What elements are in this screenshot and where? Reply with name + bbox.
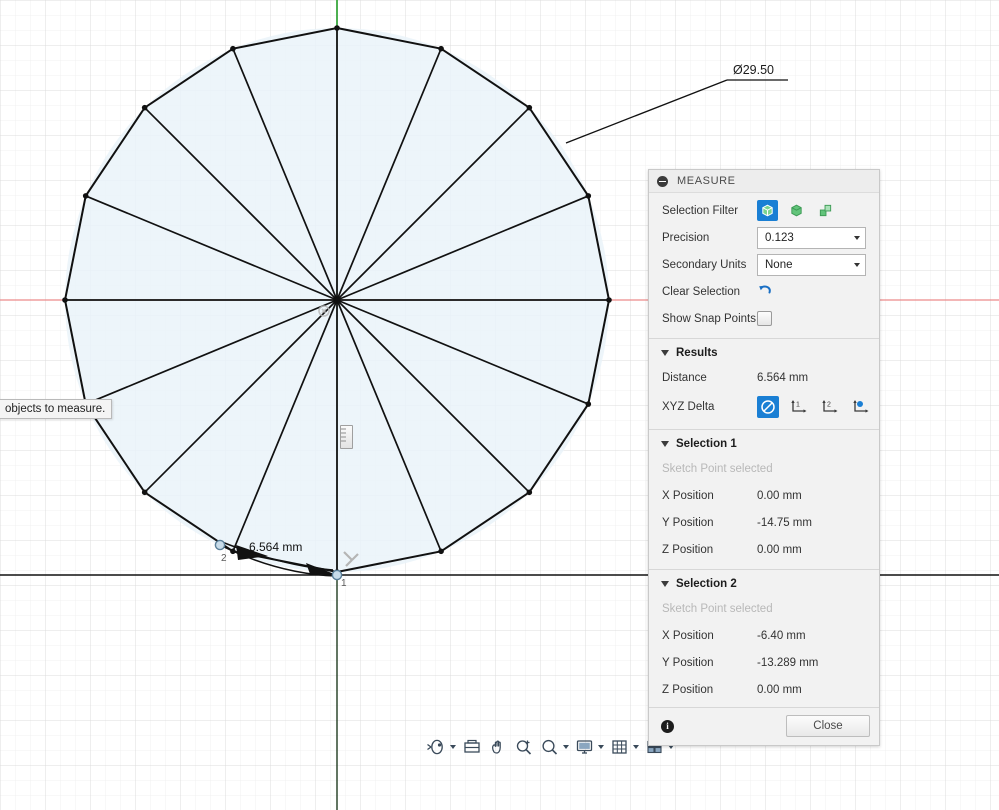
grid-snaps-icon[interactable] bbox=[608, 734, 641, 760]
xyz-delta-label: XYZ Delta bbox=[662, 401, 715, 413]
distance-value: 6.564 mm bbox=[757, 371, 809, 384]
select-body-icon[interactable] bbox=[757, 200, 778, 221]
zoom-icon[interactable] bbox=[512, 734, 536, 760]
precision-dropdown[interactable]: 0.123 bbox=[757, 226, 866, 249]
look-at-icon[interactable] bbox=[460, 734, 484, 760]
selection-1-z-value: 0.00 mm bbox=[757, 543, 802, 556]
info-icon[interactable]: i bbox=[661, 719, 674, 733]
point-2-number: 2 bbox=[221, 553, 227, 564]
selection-1-y-label: Y Position bbox=[662, 516, 714, 529]
selected-point-2-marker[interactable] bbox=[214, 539, 226, 551]
no-delta-icon[interactable] bbox=[757, 396, 779, 418]
selection-2-z-row: Z Position 0.00 mm bbox=[649, 676, 879, 707]
results-title: Results bbox=[676, 347, 718, 359]
undo-arrow-icon[interactable] bbox=[757, 283, 773, 301]
xyz-delta-row: XYZ Delta 1 2 bbox=[649, 391, 879, 423]
panel-header[interactable]: MEASURE bbox=[649, 170, 879, 193]
secondary-units-value: None bbox=[765, 258, 793, 271]
distance-dimension-label[interactable]: 6.564 mm bbox=[249, 540, 302, 554]
selection-1-status: Sketch Point selected bbox=[662, 462, 773, 475]
tooltip-text: objects to measure. bbox=[5, 403, 106, 415]
zoom-window-icon[interactable] bbox=[538, 734, 571, 760]
chevron-down-icon bbox=[854, 262, 860, 267]
secondary-units-dropdown[interactable]: None bbox=[757, 253, 866, 276]
panel-body: Selection Filter Precision 0.123 Seconda… bbox=[649, 193, 879, 707]
measure-panel[interactable]: MEASURE Selection Filter Precision 0.123… bbox=[648, 169, 880, 746]
selection-2-status: Sketch Point selected bbox=[662, 602, 773, 615]
panel-title: MEASURE bbox=[677, 175, 736, 187]
chevron-down-icon bbox=[661, 441, 669, 447]
show-snap-points-label: Show Snap Points bbox=[662, 312, 756, 325]
distance-label: Distance bbox=[662, 371, 707, 384]
precision-value: 0.123 bbox=[765, 231, 794, 244]
secondary-units-label: Secondary Units bbox=[662, 258, 747, 271]
display-settings-icon[interactable] bbox=[573, 734, 606, 760]
delta-axis-origin-icon[interactable] bbox=[850, 396, 872, 418]
precision-row: Precision 0.123 bbox=[649, 224, 879, 251]
select-sketch-icon[interactable] bbox=[815, 200, 836, 221]
selection-2-z-value: 0.00 mm bbox=[757, 683, 802, 696]
selection-1-z-row: Z Position 0.00 mm bbox=[649, 536, 879, 563]
selection-1-x-row: X Position 0.00 mm bbox=[649, 482, 879, 509]
selection-filter-row: Selection Filter bbox=[649, 197, 879, 224]
selection-2-x-label: X Position bbox=[662, 629, 714, 642]
chevron-down-icon[interactable] bbox=[598, 745, 604, 749]
pan-hand-icon[interactable] bbox=[486, 734, 510, 760]
ruler-icon bbox=[340, 425, 353, 449]
close-button[interactable]: Close bbox=[786, 715, 870, 737]
select-face-icon[interactable] bbox=[786, 200, 807, 221]
precision-label: Precision bbox=[662, 231, 710, 244]
secondary-units-row: Secondary Units None bbox=[649, 251, 879, 278]
delta-axis-2-icon[interactable]: 2 bbox=[819, 396, 841, 418]
selection-2-status-row: Sketch Point selected bbox=[649, 595, 879, 622]
selection-1-section-header[interactable]: Selection 1 bbox=[649, 430, 879, 455]
show-snap-points-checkbox[interactable] bbox=[757, 311, 772, 326]
selection-2-x-row: X Position -6.40 mm bbox=[649, 622, 879, 649]
chevron-down-icon[interactable] bbox=[633, 745, 639, 749]
selection-2-y-label: Y Position bbox=[662, 656, 714, 669]
view-toolbar[interactable] bbox=[425, 733, 676, 761]
show-snap-points-row: Show Snap Points bbox=[649, 305, 879, 332]
selection-1-x-value: 0.00 mm bbox=[757, 489, 802, 502]
orbit-icon[interactable] bbox=[425, 734, 458, 760]
results-section-header[interactable]: Results bbox=[649, 339, 879, 364]
measure-tooltip: objects to measure. bbox=[0, 399, 113, 419]
svg-text:1: 1 bbox=[796, 402, 800, 409]
chevron-down-icon[interactable] bbox=[450, 745, 456, 749]
selection-1-status-row: Sketch Point selected bbox=[649, 455, 879, 482]
selection-1-y-row: Y Position -14.75 mm bbox=[649, 509, 879, 536]
panel-footer: i Close bbox=[649, 707, 879, 745]
delta-axis-1-icon[interactable]: 1 bbox=[788, 396, 810, 418]
chevron-down-icon bbox=[854, 235, 860, 240]
selection-2-section-header[interactable]: Selection 2 bbox=[649, 570, 879, 595]
selection-1-z-label: Z Position bbox=[662, 543, 714, 556]
selection-2-z-label: Z Position bbox=[662, 683, 714, 696]
distance-row: Distance 6.564 mm bbox=[649, 364, 879, 391]
point-1-number: 1 bbox=[341, 578, 347, 589]
selection-1-x-label: X Position bbox=[662, 489, 714, 502]
chevron-down-icon[interactable] bbox=[563, 745, 569, 749]
diameter-dimension-label[interactable]: Ø29.50 bbox=[733, 63, 774, 77]
selection-1-title: Selection 1 bbox=[676, 438, 737, 450]
selection-1-y-value: -14.75 mm bbox=[757, 516, 812, 529]
svg-text:2: 2 bbox=[827, 402, 831, 409]
chevron-down-icon bbox=[661, 581, 669, 587]
chevron-down-icon bbox=[661, 350, 669, 356]
selection-2-title: Selection 2 bbox=[676, 578, 737, 590]
selection-filter-label: Selection Filter bbox=[662, 204, 739, 217]
collapse-icon[interactable] bbox=[657, 175, 668, 187]
selection-2-y-row: Y Position -13.289 mm bbox=[649, 649, 879, 676]
selection-2-x-value: -6.40 mm bbox=[757, 629, 806, 642]
clear-selection-label: Clear Selection bbox=[662, 285, 740, 298]
selection-2-y-value: -13.289 mm bbox=[757, 656, 819, 669]
clear-selection-row: Clear Selection bbox=[649, 278, 879, 305]
